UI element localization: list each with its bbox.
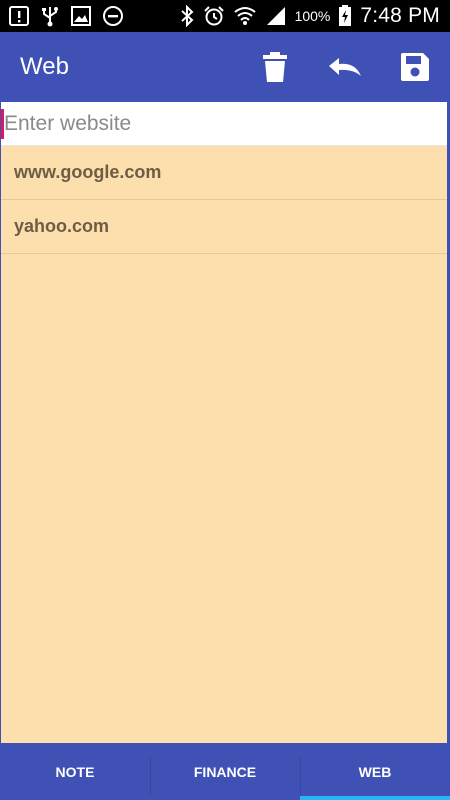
tab-finance-label: FINANCE bbox=[193, 763, 257, 780]
status-left-icons bbox=[8, 0, 124, 32]
alarm-icon bbox=[203, 5, 225, 27]
clock: 7:48 PM bbox=[360, 4, 440, 27]
website-list: www.google.com yahoo.com bbox=[1, 146, 447, 254]
do-not-disturb-icon bbox=[102, 5, 124, 27]
save-button[interactable] bbox=[387, 32, 443, 102]
list-item[interactable]: www.google.com bbox=[1, 146, 447, 200]
tab-note-label: NOTE bbox=[55, 763, 95, 780]
alert-icon bbox=[8, 5, 30, 27]
content-area: www.google.com yahoo.com bbox=[0, 102, 448, 743]
image-icon bbox=[70, 5, 92, 27]
battery-percentage: 100% bbox=[294, 8, 331, 24]
status-right-icons: 100% 7:48 PM bbox=[179, 0, 440, 32]
undo-button[interactable] bbox=[317, 32, 373, 102]
delete-icon bbox=[262, 51, 288, 83]
selected-tab-indicator bbox=[300, 796, 450, 800]
save-icon bbox=[399, 51, 431, 83]
website-input[interactable] bbox=[4, 102, 444, 145]
wifi-icon bbox=[233, 5, 257, 27]
status-bar: 100% 7:48 PM bbox=[0, 0, 450, 32]
delete-button[interactable] bbox=[247, 32, 303, 102]
tab-web-label: WEB bbox=[358, 763, 392, 780]
app-bar: Web bbox=[0, 32, 450, 102]
tab-finance[interactable]: FINANCE bbox=[150, 743, 300, 800]
undo-icon bbox=[327, 56, 363, 78]
usb-icon bbox=[40, 5, 60, 27]
battery-charging-icon bbox=[338, 5, 352, 27]
bottom-tab-bar: NOTE FINANCE WEB bbox=[0, 743, 450, 800]
page-title: Web bbox=[20, 53, 69, 80]
bluetooth-icon bbox=[179, 5, 195, 27]
tab-note[interactable]: NOTE bbox=[0, 743, 150, 800]
list-item[interactable]: yahoo.com bbox=[1, 200, 447, 254]
url-input-container bbox=[1, 102, 447, 146]
tab-web[interactable]: WEB bbox=[300, 743, 450, 800]
signal-icon bbox=[265, 5, 287, 27]
